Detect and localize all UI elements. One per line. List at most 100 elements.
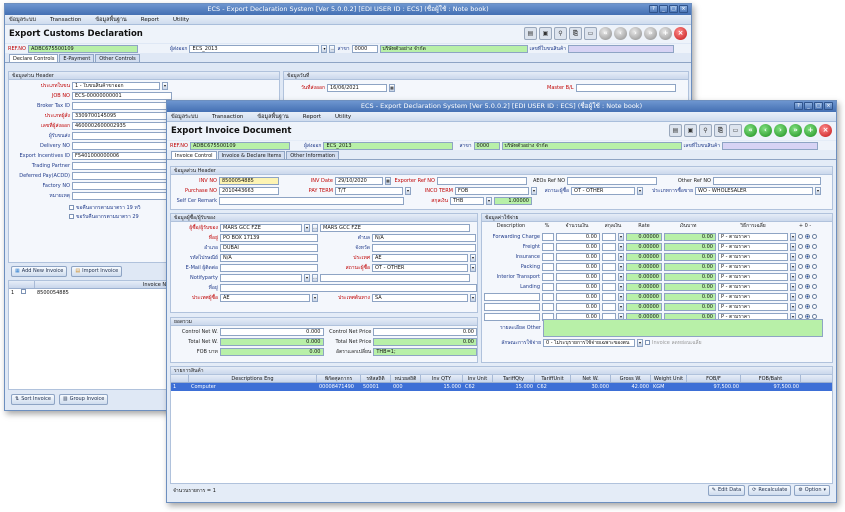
- charge-pct-field[interactable]: [542, 282, 554, 291]
- front-tab-invoice-items[interactable]: Invoice & Declare Items: [217, 151, 286, 159]
- front-tab-invoice-control[interactable]: Invoice Control: [171, 151, 217, 159]
- charge-desc[interactable]: [484, 292, 540, 301]
- back-menu-report[interactable]: Report: [141, 17, 159, 23]
- inv-no-field[interactable]: 8500054885: [219, 176, 279, 185]
- charge-radio-plus[interactable]: [798, 254, 803, 259]
- charge-desc[interactable]: [484, 302, 540, 311]
- back-help-icon[interactable]: ?: [649, 5, 658, 13]
- back-field-input[interactable]: [72, 141, 172, 150]
- front-minimize-icon[interactable]: _: [804, 102, 813, 110]
- province-field[interactable]: [372, 243, 476, 252]
- charge-amount-field[interactable]: 0.00: [556, 292, 600, 301]
- back-field-input[interactable]: [72, 181, 172, 190]
- front-last-icon[interactable]: »: [789, 124, 802, 137]
- back-group-invoice-button[interactable]: ▥ Group Invoice: [58, 394, 109, 405]
- district-field[interactable]: N/A: [372, 233, 476, 242]
- buyer-type-dropdown-icon[interactable]: ▾: [815, 186, 821, 195]
- aeos-ref-field[interactable]: [567, 176, 657, 185]
- back-doc-icon[interactable]: ▭: [584, 27, 597, 40]
- dest-country-dropdown-icon[interactable]: ▾: [312, 293, 318, 302]
- trade-dropdown-icon[interactable]: ▾: [637, 186, 643, 195]
- back-minimize-icon[interactable]: _: [659, 5, 668, 13]
- charge-currency-field[interactable]: [602, 272, 616, 281]
- table-row[interactable]: 1 Computer 00008471490 50001 000 15.000 C62 15.…: [171, 383, 832, 391]
- charge-pct-field[interactable]: [542, 242, 554, 251]
- items-col-header[interactable]: รหัสสถิติ: [361, 375, 391, 382]
- back-sort-invoice-button[interactable]: ⇅ Sort Invoice: [11, 394, 55, 405]
- charge-method-dropdown-icon[interactable]: ▾: [790, 282, 796, 291]
- dest-country-field[interactable]: AE: [220, 293, 310, 302]
- control-netp-field[interactable]: 0.00: [373, 327, 477, 336]
- items-col-header[interactable]: หน่วยสถิติ: [391, 375, 421, 382]
- charge-currency-dropdown-icon[interactable]: ▾: [618, 252, 624, 261]
- origin-country-field[interactable]: SA: [372, 293, 468, 302]
- charge-currency-field[interactable]: [602, 242, 616, 251]
- front-print-icon[interactable]: ▤: [669, 124, 682, 137]
- charge-pct-field[interactable]: [542, 272, 554, 281]
- notify-name-field[interactable]: [320, 273, 470, 282]
- items-col-header[interactable]: Net W.: [571, 375, 611, 382]
- charge-currency-dropdown-icon[interactable]: ▾: [618, 272, 624, 281]
- charge-method-dropdown-icon[interactable]: ▾: [790, 252, 796, 261]
- buyer-type-field[interactable]: WO - WHOLESALER: [695, 186, 813, 195]
- front-first-icon[interactable]: «: [744, 124, 757, 137]
- charge-method-dropdown-icon[interactable]: ▾: [790, 292, 796, 301]
- charge-radio-zero[interactable]: [805, 264, 810, 269]
- charge-method-field[interactable]: P - ตามราคา: [718, 232, 788, 241]
- country-field[interactable]: AE: [372, 253, 468, 262]
- inco-term-field[interactable]: FOB: [455, 186, 529, 195]
- charge-amount-field[interactable]: 0.00: [556, 272, 600, 281]
- back-field-input[interactable]: [72, 161, 172, 170]
- front-close-icon[interactable]: ×: [824, 102, 833, 110]
- notify-lookup-icon[interactable]: …: [312, 273, 318, 282]
- back-ref-field[interactable]: ADBC675500109: [27, 44, 138, 53]
- pay-term-field[interactable]: T/T: [335, 186, 403, 195]
- back-check-29[interactable]: [69, 214, 74, 219]
- charge-radio-plus[interactable]: [798, 274, 803, 279]
- charge-radio-minus[interactable]: [812, 244, 817, 249]
- back-tab-epayment[interactable]: E-Payment: [59, 54, 95, 62]
- back-branch-field[interactable]: 0000: [351, 44, 378, 53]
- back-print-icon[interactable]: ▤: [524, 27, 537, 40]
- back-date-field[interactable]: 16/06/2021: [327, 83, 387, 92]
- back-doc-type-dropdown-icon[interactable]: ▾: [162, 81, 168, 90]
- back-check-19[interactable]: [69, 205, 74, 210]
- back-save-icon[interactable]: ▣: [539, 27, 552, 40]
- back-prev-icon[interactable]: ‹: [614, 27, 627, 40]
- back-menu-utility[interactable]: Utility: [173, 17, 189, 23]
- back-field-input[interactable]: [72, 131, 172, 140]
- recalculate-button[interactable]: ⟳ Recalculate: [748, 485, 792, 496]
- address-field[interactable]: PO BOX 17139: [220, 233, 318, 242]
- front-ref-field[interactable]: ADBC675500109: [189, 141, 290, 150]
- charge-radio-minus[interactable]: [812, 274, 817, 279]
- currency-field[interactable]: THB: [450, 196, 484, 205]
- charge-currency-field[interactable]: [602, 292, 616, 301]
- buyer-status-dropdown-icon[interactable]: ▾: [470, 263, 476, 272]
- charge-method-dropdown-icon[interactable]: ▾: [790, 242, 796, 251]
- inco-term-dropdown-icon[interactable]: ▾: [531, 186, 537, 195]
- charge-radio-plus[interactable]: [798, 264, 803, 269]
- charge-method-field[interactable]: P - ตามราคา: [718, 302, 788, 311]
- back-field-input[interactable]: 4600002600002935: [72, 121, 172, 130]
- front-prev-icon[interactable]: ‹: [759, 124, 772, 137]
- charge-radio-plus[interactable]: [798, 234, 803, 239]
- charge-method-field[interactable]: P - ตามราคา: [718, 252, 788, 261]
- back-exporter-lookup-icon[interactable]: …: [329, 44, 336, 53]
- origin-country-dropdown-icon[interactable]: ▾: [470, 293, 476, 302]
- charge-currency-dropdown-icon[interactable]: ▾: [618, 302, 624, 311]
- charge-amount-field[interactable]: 0.00: [556, 232, 600, 241]
- back-tab-other-controls[interactable]: Other Controls: [95, 54, 140, 62]
- charge-radio-plus[interactable]: [798, 244, 803, 249]
- back-field-input[interactable]: [72, 171, 172, 180]
- items-col-header[interactable]: TariffUnit: [535, 375, 571, 382]
- charge-method-field[interactable]: P - ตามราคา: [718, 262, 788, 271]
- charge-method-dropdown-icon[interactable]: ▾: [790, 232, 796, 241]
- calc-method-field[interactable]: 0 - ไม่ระบุรายการใช้จ่ายเฉพาะของตน: [543, 338, 635, 347]
- charge-currency-field[interactable]: [602, 302, 616, 311]
- items-col-header[interactable]: TariffQty: [493, 375, 535, 382]
- charge-pct-field[interactable]: [542, 262, 554, 271]
- buyer-dropdown-icon[interactable]: ▾: [304, 223, 310, 232]
- self-cer-field[interactable]: [219, 196, 404, 205]
- back-field-input[interactable]: 3309700145095: [72, 111, 172, 120]
- charge-amount-field[interactable]: 0.00: [556, 242, 600, 251]
